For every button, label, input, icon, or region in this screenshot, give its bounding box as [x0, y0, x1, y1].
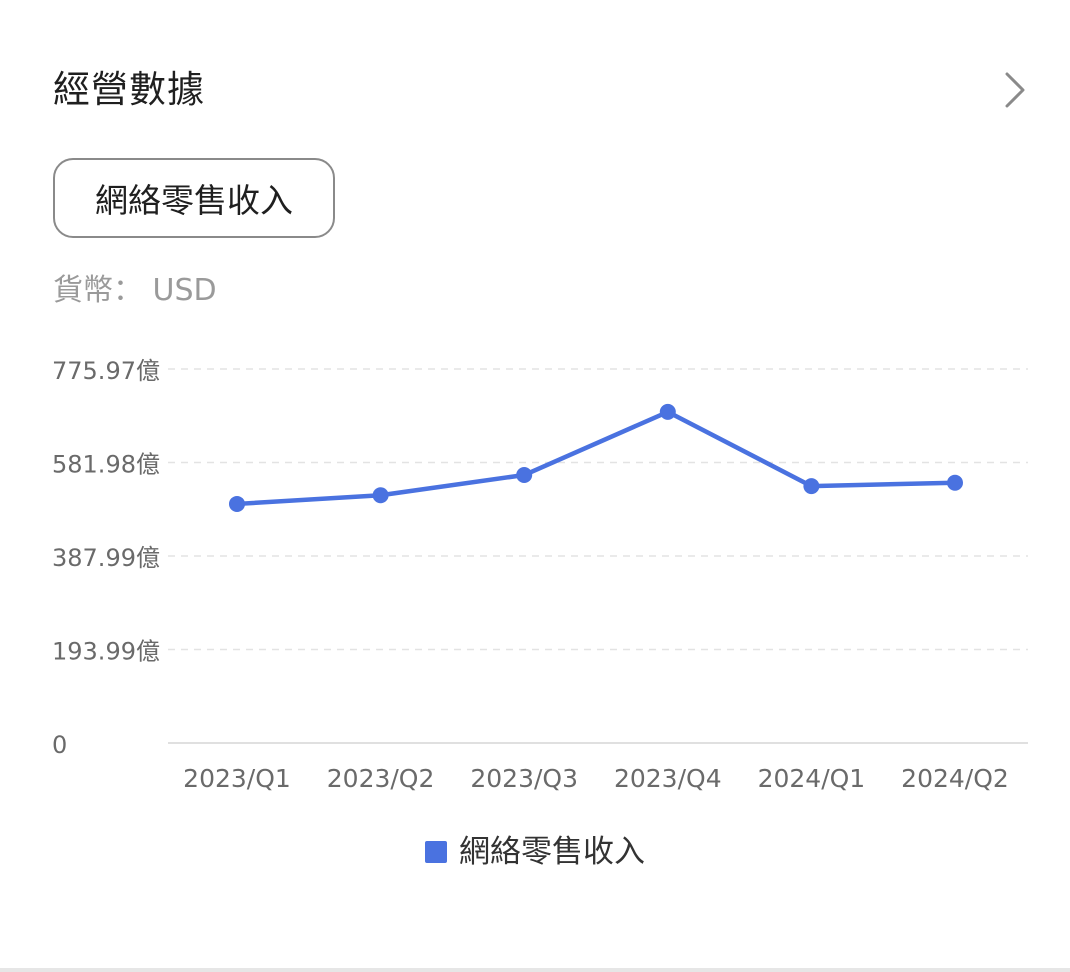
data-point[interactable]: [516, 467, 533, 484]
x-tick-label: 2023/Q4: [614, 764, 722, 793]
line-chart: 0193.99億387.99億581.98億775.97億 2023/Q1 202…: [52, 357, 1028, 793]
y-tick-label: 581.98億: [52, 450, 160, 478]
data-point[interactable]: [229, 495, 245, 512]
x-tick-label: 2023/Q3: [470, 764, 578, 793]
series-line: [234, 409, 958, 507]
x-tick-label: 2023/Q2: [327, 764, 435, 793]
data-point[interactable]: [947, 474, 963, 491]
series-layer: [229, 403, 963, 512]
y-tick-label: 387.99億: [52, 544, 160, 572]
x-tick-label: 2024/Q2: [901, 764, 1009, 793]
data-point[interactable]: [372, 487, 389, 504]
bottom-divider: [0, 968, 1070, 972]
legend-swatch: [425, 841, 447, 863]
y-tick-label: 775.97億: [52, 357, 160, 385]
chart-legend: 網絡零售收入: [0, 830, 1070, 874]
data-point[interactable]: [659, 403, 676, 420]
legend-label: 網絡零售收入: [459, 834, 645, 870]
y-tick-label: 0: [52, 731, 67, 759]
x-tick-label: 2023/Q1: [183, 764, 291, 793]
data-point[interactable]: [803, 478, 820, 495]
x-axis-ticks: 2023/Q1 2023/Q2 2023/Q3 2023/Q4 2024/Q1 2024/…: [183, 764, 1009, 793]
y-tick-label: 193.99億: [52, 638, 160, 666]
y-axis-ticks: 0 193.99億 387.99億 581.98億 775.97億: [52, 357, 160, 759]
gridlines: [168, 368, 1028, 744]
x-tick-label: 2024/Q1: [758, 764, 866, 793]
